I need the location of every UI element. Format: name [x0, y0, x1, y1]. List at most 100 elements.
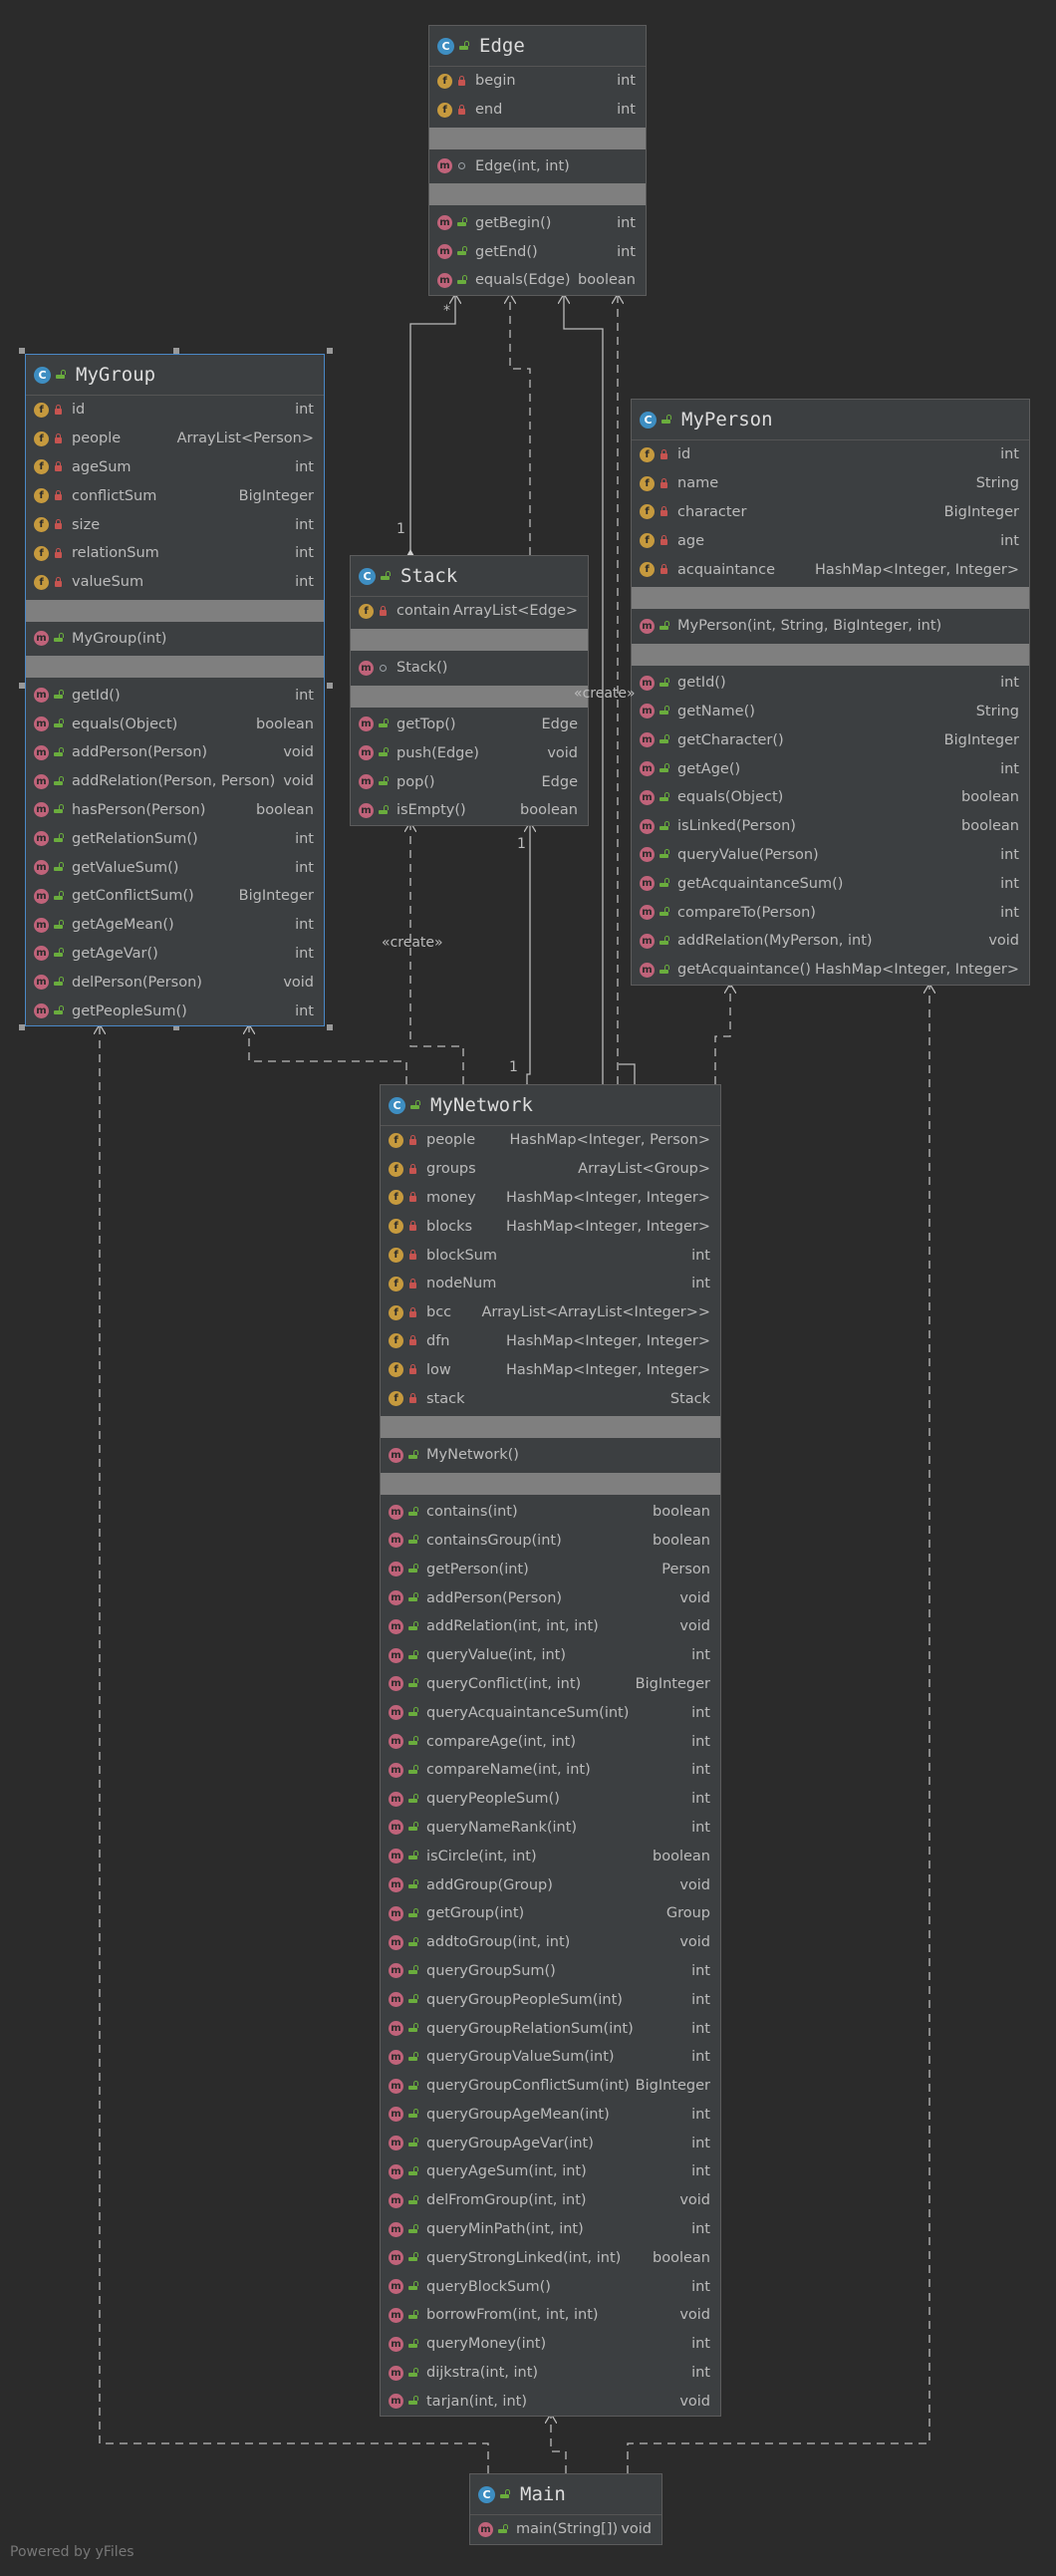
method-row[interactable]: m getAgeMean() int	[26, 911, 324, 940]
method-row[interactable]: m isEmpty() boolean	[351, 796, 588, 825]
method-row[interactable]: m getTop() Edge	[351, 711, 588, 739]
field-row[interactable]: f blocks HashMap<Integer, Integer>	[381, 1212, 720, 1241]
method-row[interactable]: m Stack()	[351, 654, 588, 683]
method-row[interactable]: m equals(Edge) boolean	[429, 266, 646, 295]
method-row[interactable]: m push(Edge) void	[351, 738, 588, 767]
method-row[interactable]: m queryBlockSum() int	[381, 2272, 720, 2301]
field-row[interactable]: f id int	[632, 440, 1029, 469]
method-row[interactable]: m compareTo(Person) int	[632, 898, 1029, 927]
selection-handle[interactable]	[327, 1024, 333, 1030]
method-row[interactable]: m contains(int) boolean	[381, 1498, 720, 1527]
field-row[interactable]: f groups ArrayList<Group>	[381, 1155, 720, 1184]
method-row[interactable]: m queryAcquaintanceSum(int) int	[381, 1698, 720, 1727]
method-row[interactable]: m queryGroupPeopleSum(int) int	[381, 1985, 720, 2014]
field-row[interactable]: f end int	[429, 96, 646, 125]
method-row[interactable]: m getAge() int	[632, 754, 1029, 783]
method-row[interactable]: m Edge(int, int)	[429, 152, 646, 181]
method-row[interactable]: m hasPerson(Person) boolean	[26, 796, 324, 825]
field-row[interactable]: f acquaintance HashMap<Integer, Integer>	[632, 555, 1029, 584]
field-row[interactable]: f begin int	[429, 67, 646, 96]
field-row[interactable]: f bcc ArrayList<ArrayList<Integer>>	[381, 1298, 720, 1327]
class-myperson[interactable]: C MyPerson f id int f name String f character BigI…	[631, 399, 1030, 986]
method-row[interactable]: m compareName(int, int) int	[381, 1756, 720, 1785]
field-row[interactable]: f age int	[632, 526, 1029, 555]
field-row[interactable]: f contain ArrayList<Edge>	[351, 597, 588, 626]
method-row[interactable]: m queryStrongLinked(int, int) boolean	[381, 2243, 720, 2272]
method-row[interactable]: m getAcquaintanceSum() int	[632, 869, 1029, 898]
method-row[interactable]: m queryValue(int, int) int	[381, 1641, 720, 1670]
method-row[interactable]: m getGroup(int) Group	[381, 1899, 720, 1928]
class-mygroup[interactable]: C MyGroup f id int f people ArrayList<Person> f a…	[25, 354, 325, 1026]
class-mynetwork[interactable]: C MyNetwork f people HashMap<Integer, Person…	[380, 1084, 721, 2418]
field-row[interactable]: f low HashMap<Integer, Integer>	[381, 1355, 720, 1384]
method-row[interactable]: m pop() Edge	[351, 767, 588, 796]
selection-handle[interactable]	[327, 348, 333, 354]
field-row[interactable]: f valueSum int	[26, 568, 324, 597]
method-row[interactable]: m MyNetwork()	[381, 1441, 720, 1470]
class-header[interactable]: C Edge	[429, 26, 646, 67]
field-row[interactable]: f dfn HashMap<Integer, Integer>	[381, 1327, 720, 1356]
method-row[interactable]: m addGroup(Group) void	[381, 1870, 720, 1899]
method-row[interactable]: m MyGroup(int)	[26, 625, 324, 654]
method-row[interactable]: m queryGroupRelationSum(int) int	[381, 2014, 720, 2043]
method-row[interactable]: m delPerson(Person) void	[26, 968, 324, 997]
method-row[interactable]: m compareAge(int, int) int	[381, 1727, 720, 1756]
class-header[interactable]: C Main	[470, 2474, 661, 2515]
field-row[interactable]: f ageSum int	[26, 453, 324, 482]
method-row[interactable]: m addRelation(Person, Person) void	[26, 767, 324, 796]
method-row[interactable]: m equals(Object) boolean	[26, 710, 324, 738]
method-row[interactable]: m addPerson(Person) void	[26, 738, 324, 767]
method-row[interactable]: m tarjan(int, int) void	[381, 2387, 720, 2416]
field-row[interactable]: f money HashMap<Integer, Integer>	[381, 1184, 720, 1213]
method-row[interactable]: m getId() int	[26, 681, 324, 710]
method-row[interactable]: m equals(Object) boolean	[632, 783, 1029, 812]
method-row[interactable]: m getBegin() int	[429, 208, 646, 237]
method-row[interactable]: m getPeopleSum() int	[26, 997, 324, 1025]
method-row[interactable]: m queryConflict(int, int) BigInteger	[381, 1670, 720, 1699]
method-row[interactable]: m queryGroupValueSum(int) int	[381, 2043, 720, 2072]
field-row[interactable]: f id int	[26, 396, 324, 425]
field-row[interactable]: f stack Stack	[381, 1384, 720, 1413]
method-row[interactable]: m addPerson(Person) void	[381, 1583, 720, 1612]
class-main[interactable]: C Main m main(String[]) void	[469, 2473, 662, 2545]
method-row[interactable]: m delFromGroup(int, int) void	[381, 2186, 720, 2215]
method-row[interactable]: m queryGroupConflictSum(int) BigInteger	[381, 2072, 720, 2101]
method-row[interactable]: m getConflictSum() BigInteger	[26, 882, 324, 911]
method-row[interactable]: m queryMoney(int) int	[381, 2330, 720, 2359]
method-row[interactable]: m isCircle(int, int) boolean	[381, 1842, 720, 1870]
method-row[interactable]: m MyPerson(int, String, BigInteger, int)	[632, 612, 1029, 641]
class-header[interactable]: C MyNetwork	[381, 1085, 720, 1126]
class-header[interactable]: C MyGroup	[26, 355, 324, 396]
method-row[interactable]: m containsGroup(int) boolean	[381, 1527, 720, 1556]
method-row[interactable]: m getEnd() int	[429, 237, 646, 266]
field-row[interactable]: f nodeNum int	[381, 1270, 720, 1298]
method-row[interactable]: m dijkstra(int, int) int	[381, 2359, 720, 2388]
method-row[interactable]: m getPerson(int) Person	[381, 1555, 720, 1583]
class-edge[interactable]: C Edge f begin int f end int m Edge(int, int) m get…	[428, 25, 647, 296]
method-row[interactable]: m queryGroupAgeMean(int) int	[381, 2101, 720, 2130]
method-row[interactable]: m isLinked(Person) boolean	[632, 812, 1029, 841]
field-row[interactable]: f character BigInteger	[632, 498, 1029, 527]
method-row[interactable]: m borrowFrom(int, int, int) void	[381, 2301, 720, 2330]
method-row[interactable]: m getName() String	[632, 698, 1029, 726]
method-row[interactable]: m getValueSum() int	[26, 853, 324, 882]
method-row[interactable]: m addRelation(int, int, int) void	[381, 1612, 720, 1641]
class-header[interactable]: C Stack	[351, 556, 588, 597]
field-row[interactable]: f people ArrayList<Person>	[26, 425, 324, 453]
field-row[interactable]: f people HashMap<Integer, Person>	[381, 1126, 720, 1155]
method-row[interactable]: m queryMinPath(int, int) int	[381, 2215, 720, 2244]
method-row[interactable]: m main(String[]) void	[470, 2515, 661, 2544]
method-row[interactable]: m queryPeopleSum() int	[381, 1785, 720, 1814]
method-row[interactable]: m getCharacter() BigInteger	[632, 725, 1029, 754]
method-row[interactable]: m queryGroupAgeVar(int) int	[381, 2129, 720, 2157]
class-header[interactable]: C MyPerson	[632, 400, 1029, 440]
method-row[interactable]: m getRelationSum() int	[26, 824, 324, 853]
method-row[interactable]: m queryAgeSum(int, int) int	[381, 2157, 720, 2186]
field-row[interactable]: f size int	[26, 510, 324, 539]
method-row[interactable]: m addtoGroup(int, int) void	[381, 1928, 720, 1957]
field-row[interactable]: f relationSum int	[26, 539, 324, 568]
method-row[interactable]: m getId() int	[632, 669, 1029, 698]
field-row[interactable]: f name String	[632, 469, 1029, 498]
field-row[interactable]: f conflictSum BigInteger	[26, 481, 324, 510]
method-row[interactable]: m addRelation(MyPerson, int) void	[632, 927, 1029, 956]
